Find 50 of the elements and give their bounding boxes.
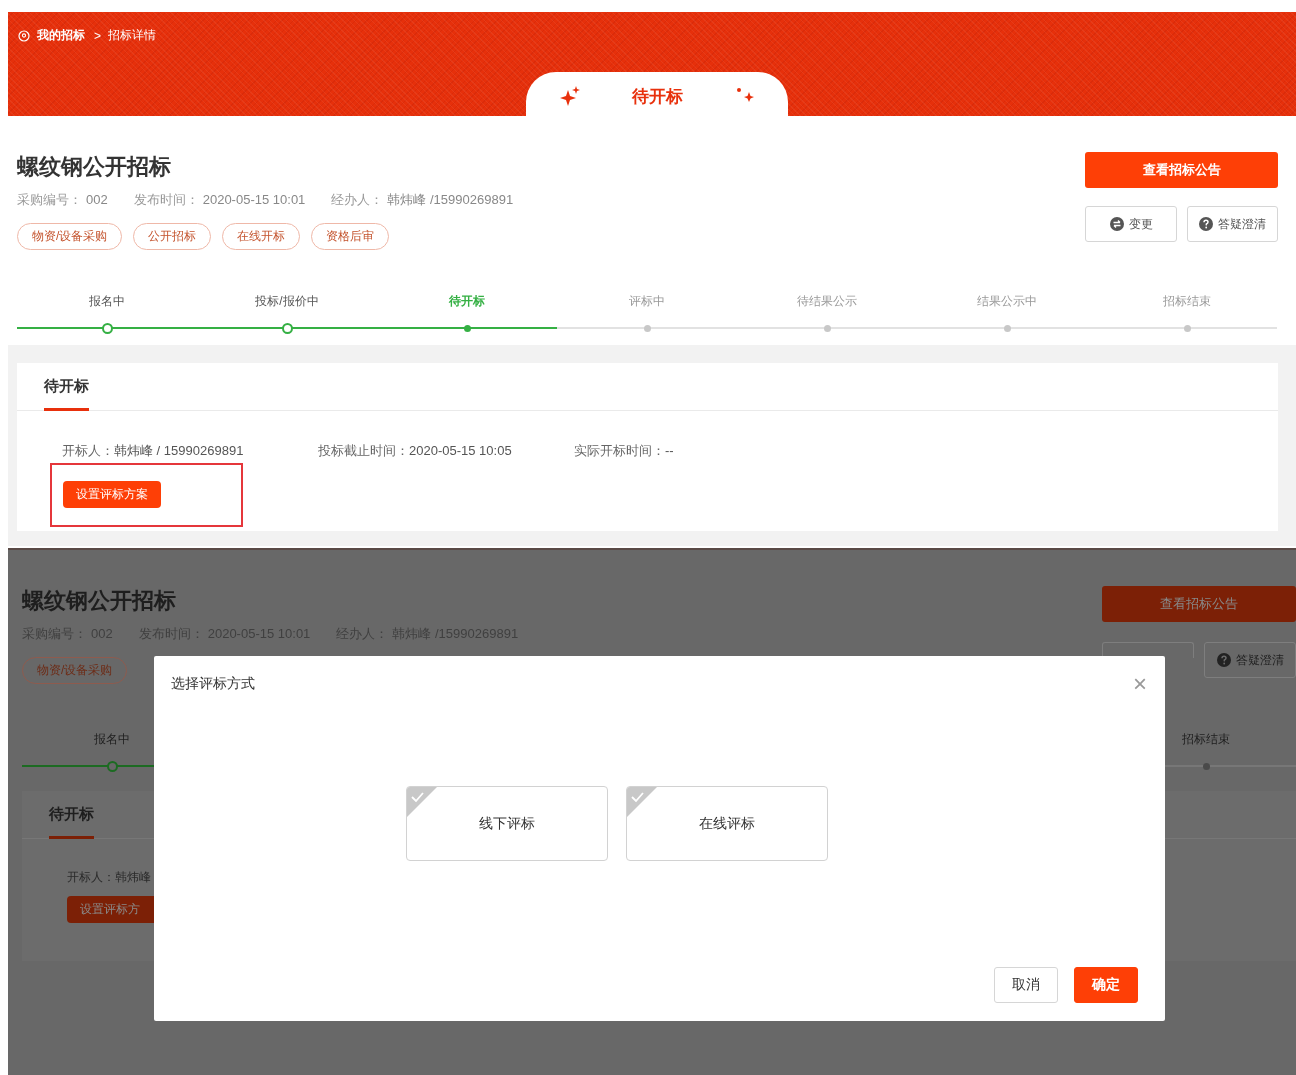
question-icon [1199, 217, 1213, 231]
change-button[interactable]: 变更 [1085, 206, 1177, 242]
swap-icon [1109, 217, 1124, 231]
step-label: 待开标 [449, 293, 485, 310]
field-label: 投标截止时间： [318, 443, 409, 458]
dialog-title: 选择评标方式 [171, 675, 255, 693]
check-corner-icon [406, 787, 437, 817]
confirm-button[interactable]: 确定 [1074, 967, 1138, 1003]
question-icon [1216, 653, 1231, 667]
status-label: 待开标 [631, 85, 683, 108]
close-button[interactable]: × [1133, 672, 1147, 696]
project-title: 螺纹钢公开招标 [22, 587, 177, 615]
question-button[interactable]: 答疑澄清 [1204, 642, 1296, 678]
breadcrumb-separator: > [94, 28, 101, 43]
set-scheme-button[interactable]: 设置评标方案 [63, 481, 161, 508]
breadcrumb-link[interactable]: 招标详情 [108, 27, 156, 44]
step-label: 报名中 [89, 293, 125, 310]
project-title: 螺纹钢公开招标 [17, 153, 172, 181]
field-label: 开标人： [62, 443, 114, 458]
question-button[interactable]: 答疑澄清 [1187, 206, 1278, 242]
field-value: 韩炜峰 / 15990269891 [114, 443, 244, 458]
field-value: 2020-05-15 10:05 [409, 443, 512, 458]
meta-label: 发布时间： [133, 192, 199, 207]
section-tab[interactable]: 待开标 [44, 363, 89, 411]
view-notice-button[interactable]: 查看招标公告 [1085, 152, 1278, 188]
option-card[interactable]: 在线评标 [625, 786, 828, 861]
meta-label: 经办人： [331, 192, 384, 207]
step-label: 评标中 [629, 293, 665, 310]
meta-value: 002 [86, 192, 108, 207]
option-card[interactable]: 线下评标 [405, 786, 608, 861]
set-scheme-button[interactable]: 设置评标方 [67, 896, 155, 923]
meta-value: 韩炜峰 /15990269891 [387, 192, 514, 207]
breadcrumb-link[interactable]: 我的招标 [37, 27, 85, 44]
step-label: 报名中 [94, 731, 130, 748]
cancel-button[interactable]: 取消 [994, 967, 1058, 1003]
section-tab[interactable]: 待开标 [49, 791, 94, 839]
sparkle-icon [559, 86, 580, 106]
step-label: 投标/报价中 [255, 293, 319, 310]
location-pin-icon [18, 29, 30, 42]
check-corner-icon [626, 787, 657, 817]
view-notice-button[interactable]: 查看招标公告 [1102, 586, 1296, 622]
meta-value: 2020-05-15 10:01 [202, 192, 306, 207]
step-label: 结果公示中 [977, 293, 1037, 310]
step-label: 待结果公示 [797, 293, 857, 310]
field-text: 开标人：韩炜峰 [67, 869, 151, 886]
meta-label: 采购编号： [17, 192, 82, 207]
step-label: 招标结束 [1182, 731, 1230, 748]
field-label: 实际开标时间： [574, 443, 665, 458]
step-label: 招标结束 [1163, 293, 1211, 310]
field-value: -- [665, 443, 674, 458]
